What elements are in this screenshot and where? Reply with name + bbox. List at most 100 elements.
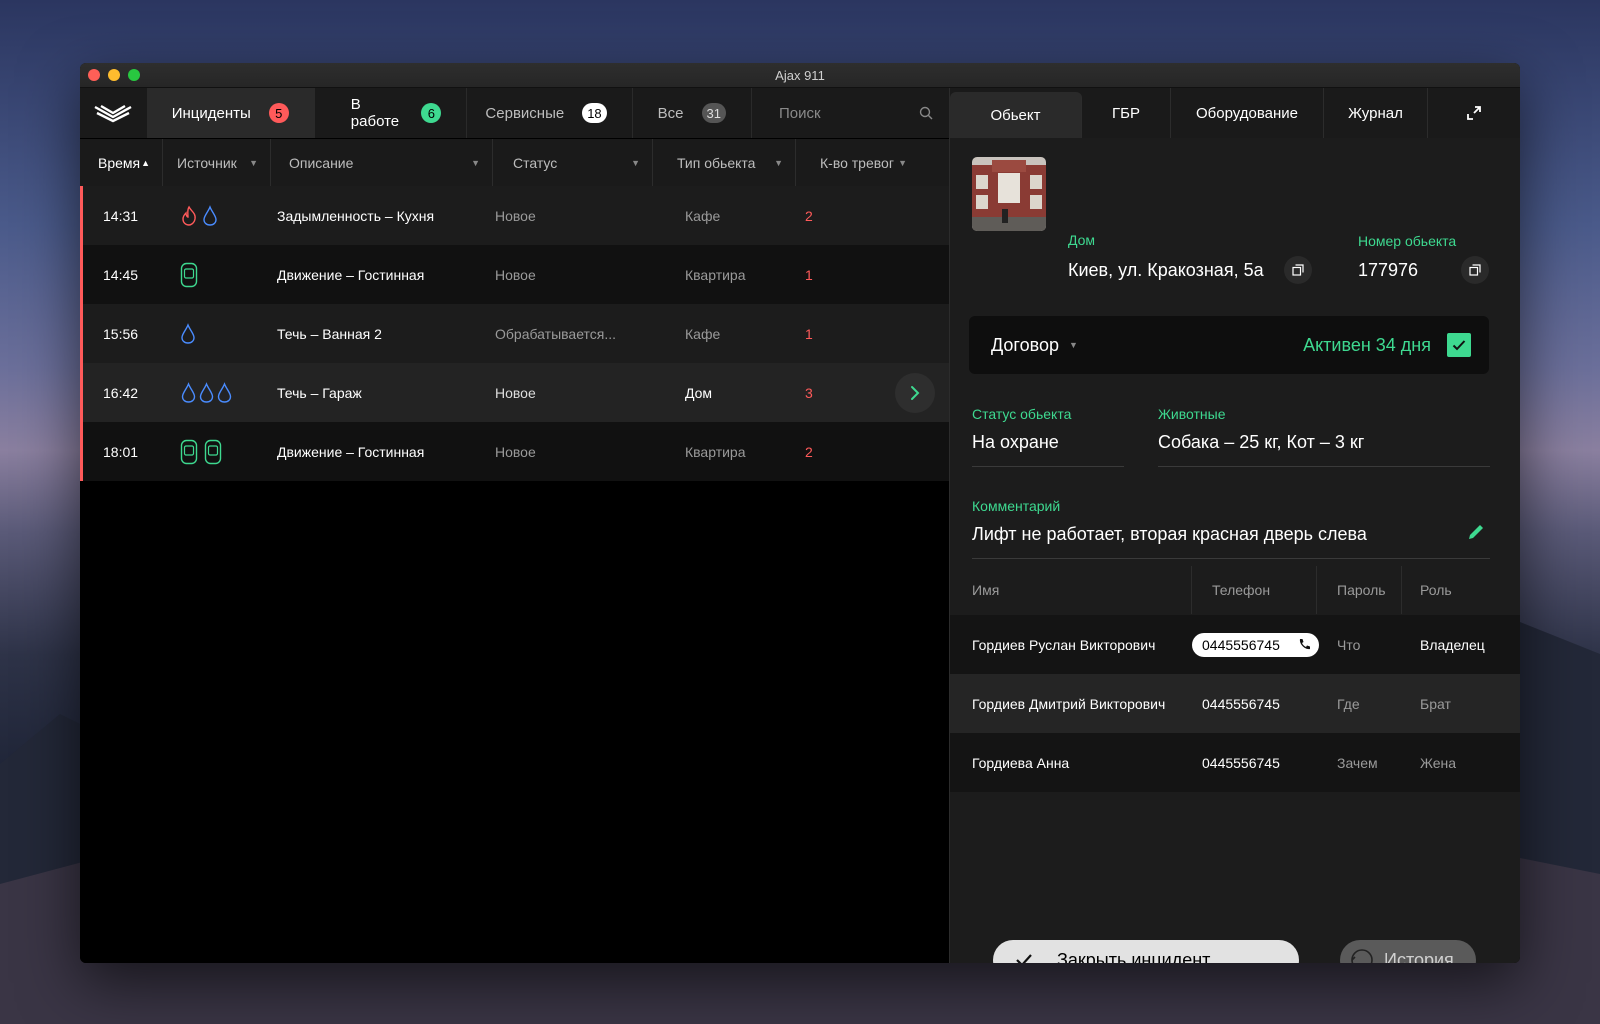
comment-label: Комментарий <box>972 498 1061 514</box>
chevron-down-icon[interactable]: ▼ <box>1069 340 1078 350</box>
incident-time: 15:56 <box>103 325 139 342</box>
tab-service[interactable]: Сервисные 18 <box>467 88 633 138</box>
title-bar: Ajax 911 <box>80 63 1520 88</box>
motion-sensor-icon <box>180 439 198 464</box>
in-progress-count-badge: 6 <box>421 103 442 123</box>
tab-equipment[interactable]: Оборудование <box>1171 88 1324 138</box>
incidents-panel: Инциденты 5 В работе 6 Сервисные 18 Все … <box>80 88 949 963</box>
contact-password: Что <box>1337 636 1361 653</box>
chevron-down-icon: ▼ <box>249 157 258 168</box>
animals-underline <box>1158 466 1490 467</box>
incident-object-type: Кафе <box>685 207 721 224</box>
contract-label: Договор <box>991 334 1059 355</box>
tab-object[interactable]: Обьект <box>950 92 1082 138</box>
edit-comment-button[interactable] <box>1466 522 1486 547</box>
check-icon <box>1452 340 1466 351</box>
col-object-type[interactable]: Тип обьекта ▼ <box>653 139 796 186</box>
tab-service-label: Сервисные <box>485 104 565 122</box>
water-drop-icon <box>199 381 214 403</box>
tab-all[interactable]: Все 31 <box>633 88 752 138</box>
search-box <box>752 88 949 138</box>
col-phone: Телефон <box>1192 566 1317 614</box>
incident-row[interactable]: 14:45 Движение – Гостинная Новое Квартир… <box>80 245 949 304</box>
fire-icon <box>182 205 196 226</box>
maximize-window-button[interactable] <box>128 69 140 81</box>
incident-time: 16:42 <box>103 384 139 401</box>
copy-address-button[interactable] <box>1284 256 1312 284</box>
detail-tabs: Обьект ГБР Оборудование Журнал <box>950 88 1520 138</box>
col-source[interactable]: Источник ▼ <box>163 139 271 186</box>
water-drop-icon <box>203 204 217 226</box>
incident-time: 14:45 <box>103 266 139 283</box>
col-password: Пароль <box>1317 566 1402 614</box>
water-drop-icon <box>181 381 196 403</box>
incident-row[interactable]: 15:56 Течь – Ванная 2 Обрабатывается... … <box>80 304 949 363</box>
col-name: Имя <box>950 566 1192 614</box>
history-label: История <box>1384 949 1454 964</box>
col-time[interactable]: Время ▲ <box>80 139 163 186</box>
incident-object-type: Квартира <box>685 266 746 283</box>
close-incident-button[interactable]: Закрыть инцидент <box>993 940 1299 963</box>
motion-sensor-icon <box>204 439 222 464</box>
tab-all-label: Все <box>657 104 684 122</box>
col-status[interactable]: Статус ▼ <box>493 139 653 186</box>
incident-alarm-count: 1 <box>805 266 813 283</box>
chevron-right-icon <box>911 386 920 400</box>
incident-object-type: Кафе <box>685 325 721 342</box>
tab-incidents[interactable]: Инциденты 5 <box>146 88 315 138</box>
col-object-type-label: Тип обьекта <box>677 154 756 171</box>
contact-row[interactable]: Гордиева Анна 0445556745 Зачем Жена <box>950 733 1520 792</box>
incident-status: Новое <box>495 207 536 224</box>
incident-tabs: Инциденты 5 В работе 6 Сервисные 18 Все … <box>80 88 949 138</box>
water-drop-icon <box>217 381 232 403</box>
incident-row[interactable]: 16:42 Течь – Гараж Новое Дом 3 <box>80 363 949 422</box>
incident-description: Движение – Гостинная <box>277 443 425 460</box>
tab-response-team[interactable]: ГБР <box>1082 88 1171 138</box>
object-type-label: Дом <box>1068 232 1096 248</box>
expand-icon <box>1467 106 1481 120</box>
copy-number-button[interactable] <box>1461 256 1489 284</box>
app-window: Ajax 911 Инциденты 5 В работе 6 Сервисны… <box>80 63 1520 963</box>
col-description-label: Описание <box>289 154 354 171</box>
object-address: Киев, ул. Кракозная, 5а <box>1068 260 1264 280</box>
incident-time: 18:01 <box>103 443 139 460</box>
tab-in-progress[interactable]: В работе 6 <box>315 88 468 138</box>
close-window-button[interactable] <box>88 69 100 81</box>
col-alarm-count[interactable]: К-во тревог ▼ <box>796 139 919 186</box>
contact-phone[interactable]: 0445556745 <box>1192 696 1317 712</box>
col-alarm-count-label: К-во тревог <box>820 154 894 171</box>
col-description[interactable]: Описание ▼ <box>271 139 493 186</box>
expand-button[interactable] <box>1428 88 1520 138</box>
open-incident-button[interactable] <box>895 373 935 413</box>
history-button[interactable]: История <box>1340 940 1476 963</box>
object-number: 177976 <box>1358 260 1419 280</box>
col-source-label: Источник <box>177 154 237 171</box>
incident-description: Течь – Ванная 2 <box>277 325 382 342</box>
incident-row[interactable]: 18:01 Движение – Гостинная Новое Квартир… <box>80 422 949 481</box>
incident-row[interactable]: 14:31 Задымленность – Кухня Новое Кафе 2 <box>80 186 949 245</box>
tab-journal[interactable]: Журнал <box>1324 88 1428 138</box>
status-underline <box>972 466 1124 467</box>
call-phone-button[interactable]: 0445556745 <box>1192 632 1319 657</box>
search-input[interactable] <box>779 104 919 122</box>
animals-label: Животные <box>1158 406 1226 422</box>
window-title: Ajax 911 <box>775 67 825 83</box>
search-icon[interactable] <box>919 106 933 120</box>
object-status-label: Статус обьекта <box>972 406 1072 422</box>
water-drop-icon <box>181 322 195 344</box>
contract-active-checkbox[interactable] <box>1447 333 1471 357</box>
contact-phone: 0445556745 <box>1202 636 1280 653</box>
contact-phone-cell: 0445556745 <box>1192 632 1319 657</box>
phone-icon <box>1299 639 1310 650</box>
contact-row[interactable]: Гордиев Дмитрий Викторович 0445556745 Гд… <box>950 674 1520 733</box>
incident-sources <box>163 381 276 404</box>
motion-sensor-icon <box>180 262 198 287</box>
contact-row[interactable]: Гордиев Руслан Викторович 0445556745 Что… <box>950 615 1520 674</box>
copy-icon <box>1292 264 1304 276</box>
minimize-window-button[interactable] <box>108 69 120 81</box>
incident-description: Течь – Гараж <box>277 384 362 401</box>
comment-value: Лифт не работает, вторая красная дверь с… <box>972 524 1367 544</box>
animals-value: Собака – 25 кг, Кот – 3 кг <box>1158 432 1365 452</box>
contract-bar[interactable]: Договор ▼ Активен 34 дня <box>969 316 1489 374</box>
contact-phone[interactable]: 0445556745 <box>1192 755 1317 771</box>
